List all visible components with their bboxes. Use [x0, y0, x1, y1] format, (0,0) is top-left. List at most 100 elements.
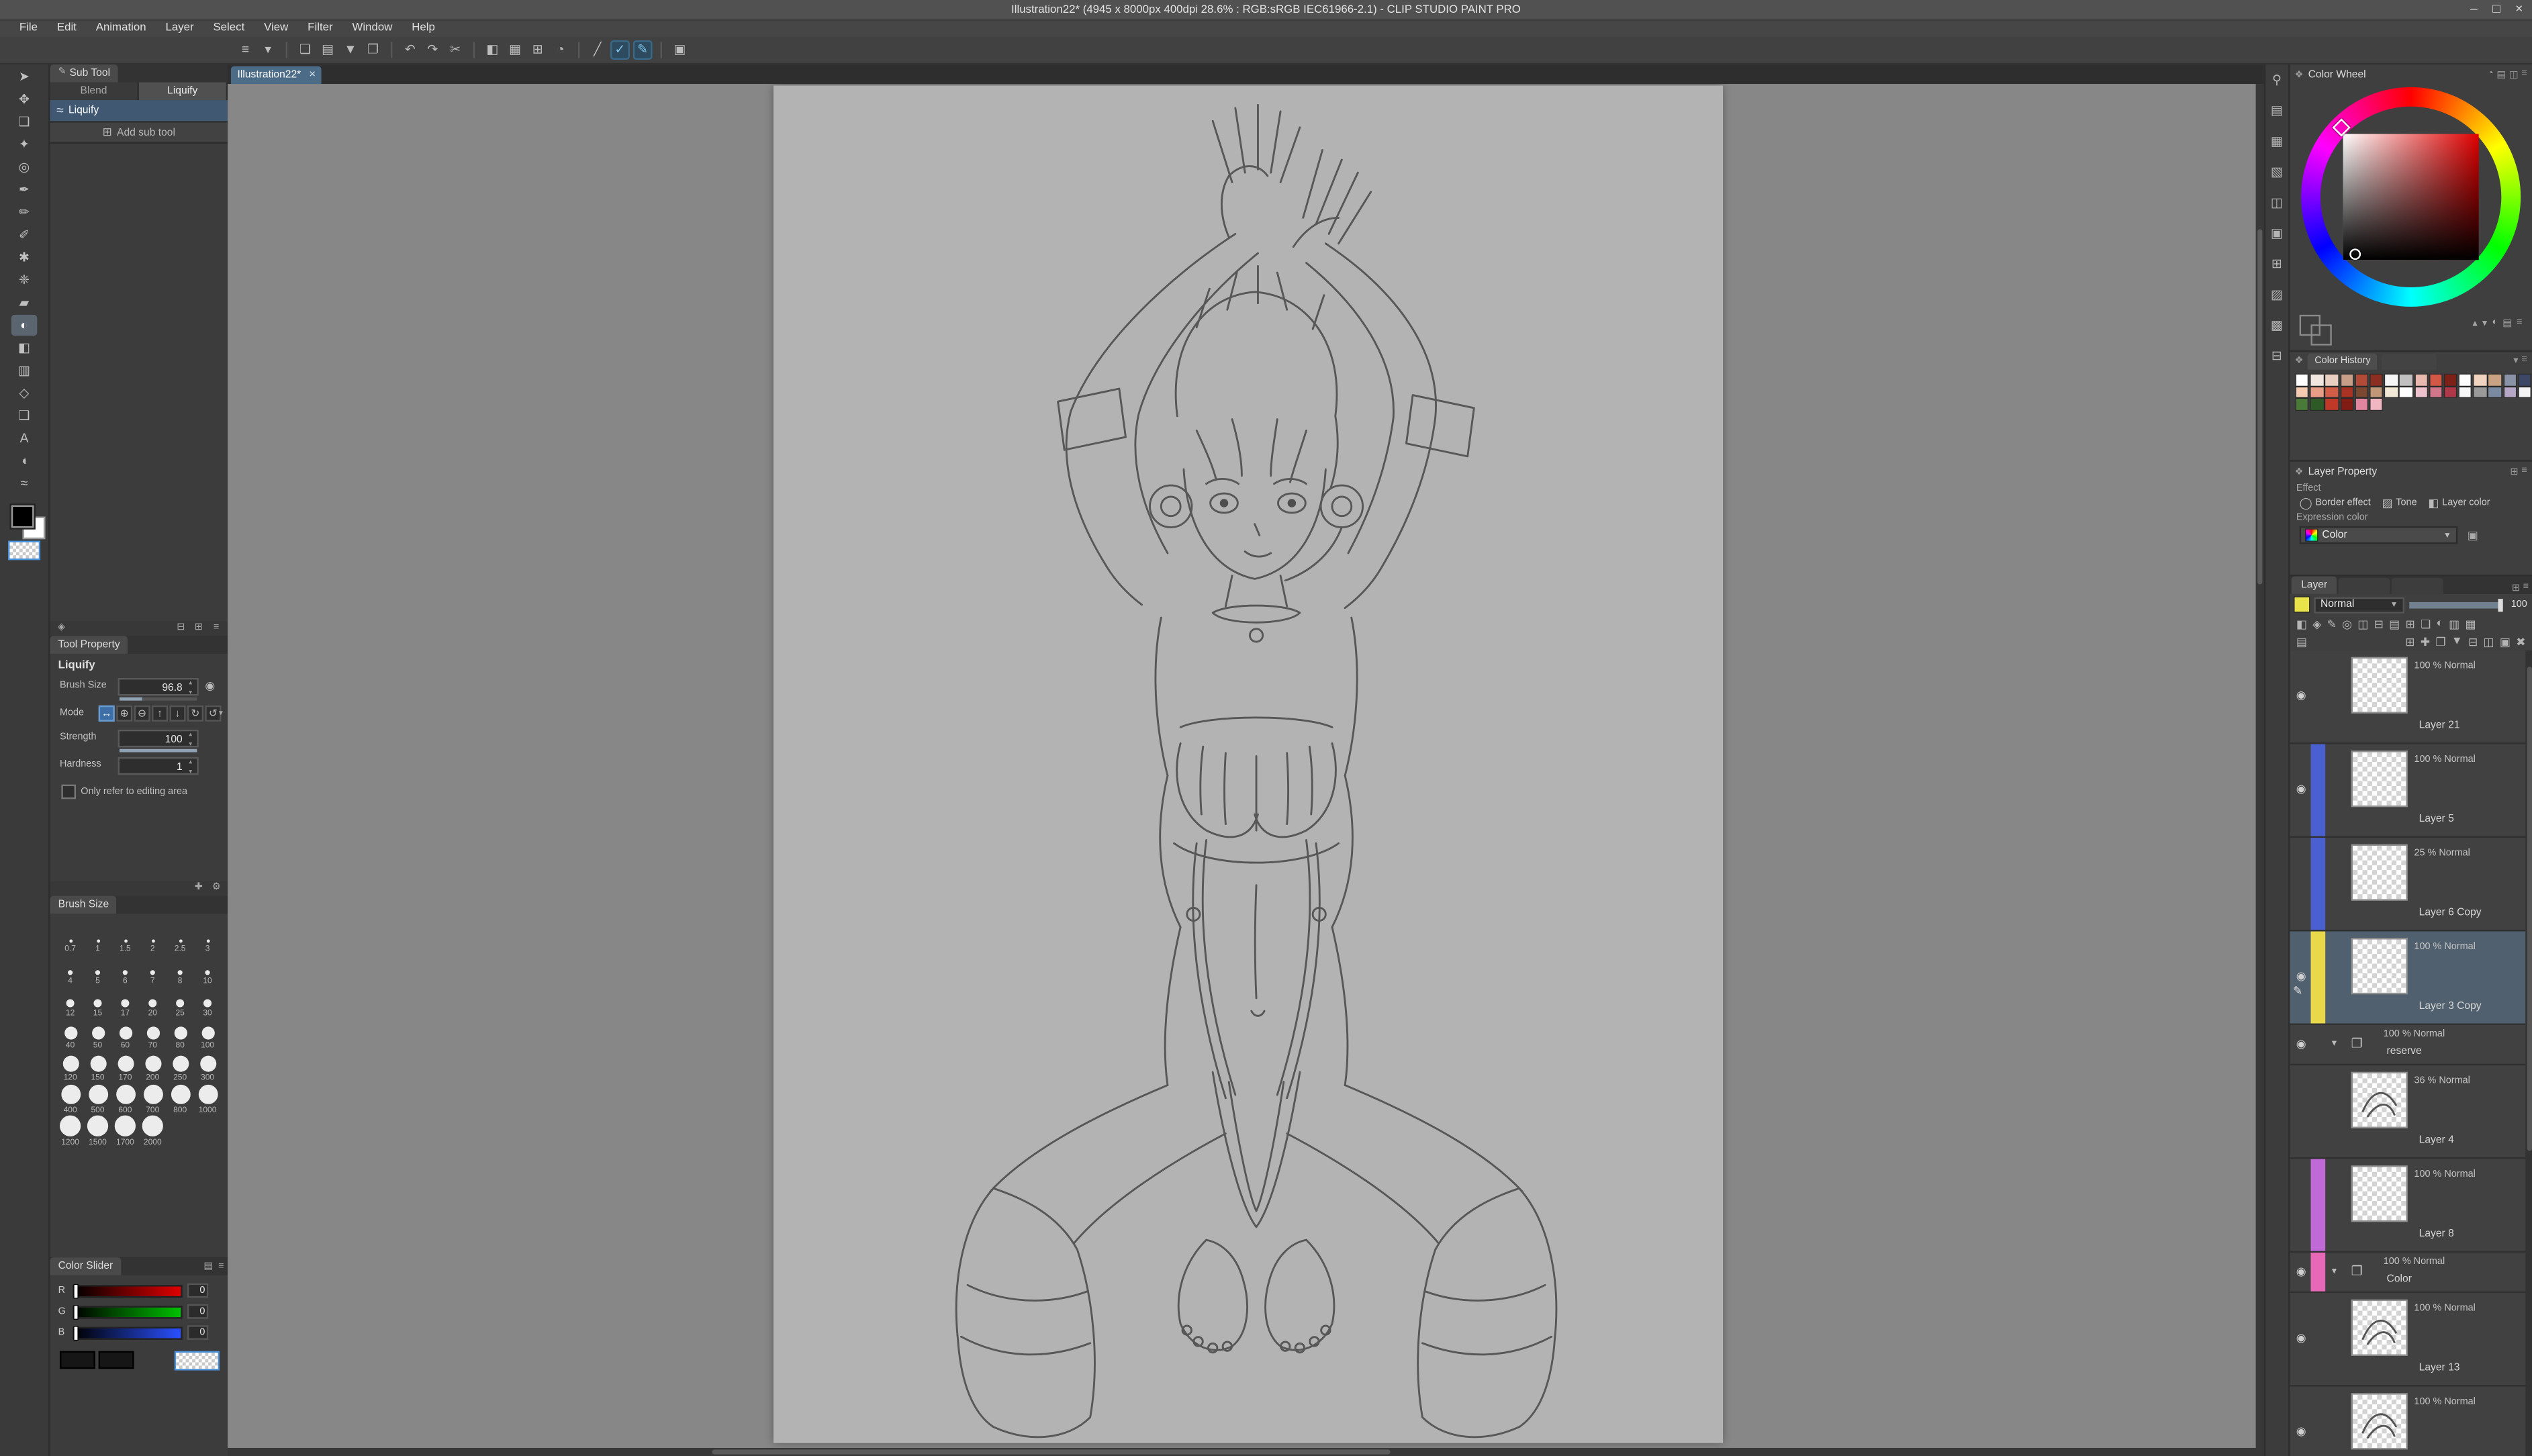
- layer-thumbnail[interactable]: [2353, 1073, 2406, 1126]
- expand-arrow-icon[interactable]: ▾: [2332, 1038, 2337, 1049]
- close-button[interactable]: ×: [2508, 0, 2531, 19]
- tool-decoration[interactable]: ❈: [11, 270, 37, 291]
- brush-size-250[interactable]: 250: [167, 1051, 194, 1083]
- layer-row-layer-6-copy[interactable]: 25 % NormalLayer 6 Copy: [2290, 838, 2525, 931]
- color-swatch[interactable]: [2326, 399, 2338, 409]
- color-swatch[interactable]: [2341, 375, 2353, 385]
- color-swatch[interactable]: [2296, 399, 2308, 409]
- maximize-button[interactable]: □: [2485, 0, 2508, 19]
- color-swatch[interactable]: [2415, 375, 2427, 385]
- color-swatch[interactable]: [2489, 375, 2501, 385]
- brush-size-120[interactable]: 120: [56, 1051, 84, 1083]
- brush-size-17[interactable]: 17: [111, 986, 139, 1018]
- tab-color-history[interactable]: Color History: [2308, 352, 2378, 369]
- wheel-mode-icon[interactable]: ◔: [2488, 68, 2494, 80]
- color-swatch[interactable]: [2385, 375, 2397, 385]
- snap-special-icon[interactable]: ✎: [633, 40, 653, 60]
- ruler-icon-icon[interactable]: ▥: [2449, 618, 2459, 630]
- mode-twirl-clockwise-icon[interactable]: ↻: [187, 706, 203, 722]
- color-swatch[interactable]: [2311, 399, 2323, 409]
- two-pane-icon[interactable]: ⊟: [2374, 618, 2384, 630]
- brush-size-4[interactable]: 4: [56, 954, 84, 986]
- layer-row-layer-21[interactable]: ◉100 % NormalLayer 21: [2290, 650, 2525, 744]
- layer-row-layer-13[interactable]: ◉100 % NormalLayer 13: [2290, 1293, 2525, 1386]
- saturation-value-square[interactable]: [2343, 134, 2479, 260]
- layer-row-layer-4[interactable]: 36 % NormalLayer 4: [2290, 1065, 2525, 1159]
- canvas-page[interactable]: [773, 85, 1723, 1443]
- brush-size-400[interactable]: 400: [56, 1083, 84, 1116]
- layer-thumbnail[interactable]: [2353, 846, 2406, 899]
- color-swatch[interactable]: [2385, 387, 2397, 397]
- mode-push-down-icon[interactable]: ↓: [170, 706, 186, 722]
- slider-track-b[interactable]: [73, 1326, 183, 1339]
- brush-size-170[interactable]: 170: [111, 1051, 139, 1083]
- material-2-icon[interactable]: ▧: [2267, 163, 2287, 183]
- brush-size-1000[interactable]: 1000: [194, 1083, 222, 1116]
- value-down-icon[interactable]: ▾: [2482, 318, 2487, 330]
- hardness-spinner[interactable]: ▴▾: [186, 757, 195, 775]
- brush-size-15[interactable]: 15: [84, 986, 111, 1018]
- fit-view-icon[interactable]: ◧: [483, 40, 502, 60]
- tool-text[interactable]: A: [11, 428, 37, 448]
- visibility-toggle[interactable]: ◉: [2293, 783, 2309, 795]
- slider-track-g[interactable]: [73, 1305, 183, 1318]
- new-raster-layer-icon[interactable]: ⊞: [2405, 635, 2414, 648]
- color-swatch[interactable]: [2415, 387, 2427, 397]
- brush-size-spinner[interactable]: ▴▾: [186, 678, 195, 695]
- visibility-toggle[interactable]: ◉: [2293, 1265, 2309, 1278]
- brush-size-3[interactable]: 3: [194, 922, 222, 954]
- horizontal-scrollbar[interactable]: [228, 1448, 2256, 1456]
- layer-row-layer-12[interactable]: ◉100 % NormalLayer 12: [2290, 1387, 2525, 1456]
- snap-off-icon[interactable]: ╱: [588, 40, 607, 60]
- color-swatch[interactable]: [2519, 387, 2531, 397]
- effect-border-effect[interactable]: ◯Border effect: [2300, 497, 2371, 510]
- brush-size-1500[interactable]: 1500: [84, 1116, 111, 1148]
- layer-thumbnail[interactable]: [2353, 940, 2406, 993]
- color-swatch[interactable]: [2326, 375, 2338, 385]
- main-menu-icon[interactable]: ≡: [236, 40, 255, 60]
- color-swatch[interactable]: [2504, 387, 2516, 397]
- wheel-main-color-chip[interactable]: [2300, 315, 2320, 336]
- group-tab-blend[interactable]: Blend: [50, 83, 139, 100]
- opacity-handle[interactable]: [2498, 598, 2502, 611]
- color-swatch[interactable]: [2311, 375, 2323, 385]
- color-swatch[interactable]: [2311, 387, 2323, 397]
- layer-thumbnail[interactable]: [2353, 1167, 2406, 1220]
- sv-marker[interactable]: [2349, 248, 2361, 260]
- menu-animation[interactable]: Animation: [86, 21, 156, 37]
- menu-edit[interactable]: Edit: [47, 21, 86, 37]
- brush-size-25[interactable]: 25: [167, 986, 194, 1018]
- information-icon[interactable]: ▩: [2267, 316, 2287, 336]
- brush-size-700[interactable]: 700: [139, 1083, 167, 1116]
- slider-menu-icon[interactable]: ≡: [215, 1261, 228, 1275]
- brush-size-0.7[interactable]: 0.7: [56, 922, 84, 954]
- tool-figure[interactable]: ◇: [11, 383, 37, 403]
- strength-spinner[interactable]: ▴▾: [186, 730, 195, 747]
- mode-push-up-icon[interactable]: ↑: [152, 706, 168, 722]
- panel-dock-icon[interactable]: ◫: [2509, 68, 2519, 80]
- layer-panel-menu-icon[interactable]: ≡: [2523, 583, 2529, 594]
- reference-layer-icon[interactable]: ◎: [2342, 618, 2352, 630]
- brush-size-1700[interactable]: 1700: [111, 1116, 139, 1148]
- color-swatch[interactable]: [2355, 387, 2367, 397]
- tool-brush[interactable]: ✐: [11, 224, 37, 245]
- layer-row-reserve[interactable]: ◉▾❐100 % Normalreserve: [2290, 1025, 2525, 1065]
- brush-size-300[interactable]: 300: [194, 1051, 222, 1083]
- property-menu-icon[interactable]: ≡: [2521, 466, 2527, 477]
- tab-layer[interactable]: Layer: [2292, 576, 2337, 593]
- settings-gear-icon[interactable]: ⚙: [210, 881, 223, 896]
- slider-grid-icon[interactable]: ▤: [202, 1261, 215, 1275]
- sub-view-icon[interactable]: ▣: [2267, 224, 2287, 244]
- opacity-slider[interactable]: [2409, 601, 2502, 608]
- mode-expand-icon[interactable]: ⊕: [116, 706, 132, 722]
- color-wheel[interactable]: [2301, 87, 2521, 307]
- open-file-icon[interactable]: ▤: [318, 40, 338, 60]
- transparent-select-chip[interactable]: [176, 1352, 218, 1368]
- tool-move-layer[interactable]: ✥: [11, 89, 37, 109]
- layer-search-icon[interactable]: ▤: [2296, 635, 2307, 648]
- select-source-icon[interactable]: ❏: [2421, 618, 2431, 630]
- onion-skin-icon[interactable]: ▤: [2389, 618, 2400, 630]
- tool-airbrush[interactable]: ✱: [11, 247, 37, 268]
- light-table-icon[interactable]: ⊞: [2406, 618, 2415, 630]
- brush-size-picker-icon[interactable]: ◉: [205, 679, 215, 692]
